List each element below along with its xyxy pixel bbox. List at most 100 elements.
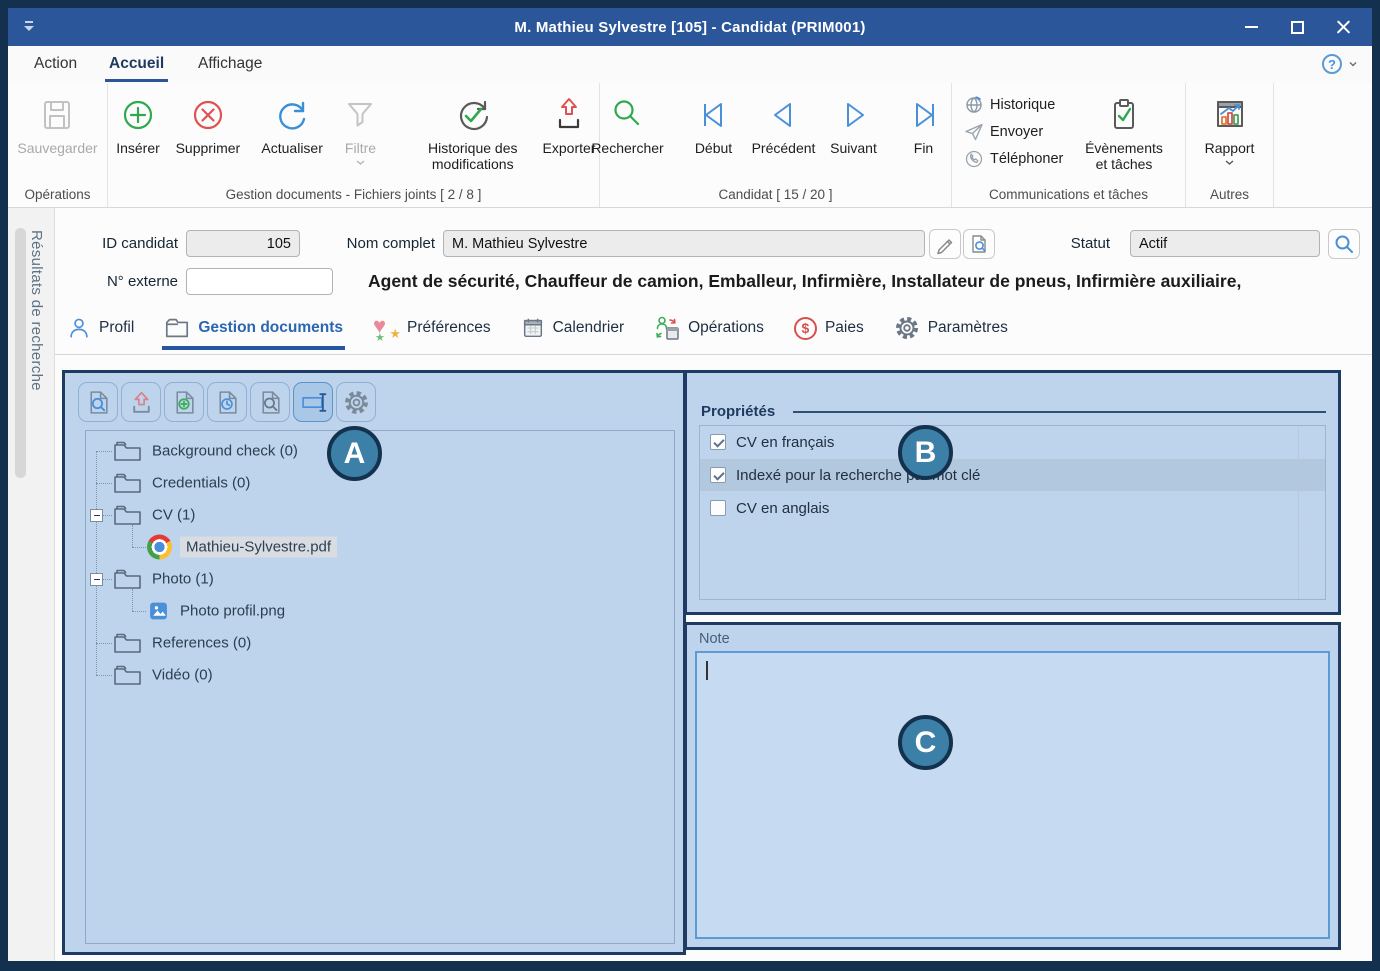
chevron-down-icon[interactable] [1348, 59, 1358, 69]
previous-record-button[interactable]: Précédent [754, 90, 814, 156]
export-button[interactable]: Exporter [539, 90, 599, 156]
upload-document-icon [128, 389, 155, 416]
close-icon [1336, 20, 1351, 35]
tree-item-cv[interactable]: CV (1) [86, 499, 670, 531]
view-cv-button[interactable] [963, 229, 995, 259]
search-results-panel-tab[interactable]: Résultats de recherche [8, 208, 55, 961]
cv-preview-icon [968, 233, 990, 255]
properties-list: CV en français Indexé pour la recherche … [699, 425, 1326, 600]
modification-history-button[interactable]: Historique des modifications [414, 90, 531, 172]
menu-bar: Action Accueil Affichage ? [8, 46, 1372, 83]
chevron-down-icon [1224, 159, 1235, 166]
nom-complet-field[interactable]: M. Mathieu Sylvestre [443, 230, 925, 257]
menu-accueil[interactable]: Accueil [105, 53, 168, 75]
group-caption-communications: Communications et tâches [952, 187, 1185, 202]
minimize-icon [1245, 26, 1258, 28]
report-icon [1210, 90, 1250, 140]
tree-item-credentials[interactable]: Credentials (0) [86, 467, 670, 499]
id-candidat-field[interactable]: 105 [186, 230, 300, 257]
filter-icon [340, 90, 380, 140]
ribbon-group-communications: Historique Envoyer Téléphoner [952, 83, 1186, 207]
menu-action[interactable]: Action [30, 53, 81, 75]
history-button[interactable]: Historique [964, 95, 1078, 115]
statut-label: Statut [1010, 235, 1110, 252]
tab-calendrier[interactable]: Calendrier [519, 310, 627, 350]
last-record-button[interactable]: Fin [894, 90, 954, 156]
events-tasks-button[interactable]: Évènements et tâches [1078, 90, 1170, 172]
edit-name-button[interactable] [929, 229, 961, 259]
events-tasks-icon [1104, 90, 1144, 140]
preview-document-button[interactable] [78, 382, 118, 422]
application-window: M. Mathieu Sylvestre [105] - Candidat (P… [8, 8, 1372, 961]
search-button[interactable]: Rechercher [598, 90, 658, 156]
tree-item-cv-pdf[interactable]: Mathieu-Sylvestre.pdf [86, 531, 670, 563]
next-record-button[interactable]: Suivant [824, 90, 884, 156]
tab-preferences[interactable]: ♥★★ Préférences [371, 310, 493, 350]
properties-panel: B Propriétés CV en français Indexé pour … [684, 370, 1341, 615]
maximize-button[interactable] [1274, 12, 1320, 42]
group-caption-documents: Gestion documents - Fichiers joints [ 2 … [108, 187, 599, 202]
delete-icon [188, 90, 228, 140]
upload-document-button[interactable] [121, 382, 161, 422]
tab-parametres[interactable]: Paramètres [892, 309, 1010, 351]
checkbox-checked-icon[interactable] [710, 467, 726, 483]
menu-affichage[interactable]: Affichage [194, 53, 266, 75]
documents-tree: Background check (0) Credentials (0) [85, 430, 675, 944]
badge-b: B [898, 425, 953, 480]
save-button[interactable]: Sauvegarder [17, 90, 97, 156]
checkbox-unchecked-icon[interactable] [710, 500, 726, 516]
dollar-icon: $ [794, 317, 817, 340]
tree-item-photo[interactable]: Photo (1) [86, 563, 670, 595]
folder-icon [112, 503, 142, 527]
collapse-icon[interactable] [90, 509, 103, 522]
statut-search-button[interactable] [1328, 229, 1360, 259]
checkbox-checked-icon[interactable] [710, 434, 726, 450]
add-document-icon [171, 389, 198, 416]
tab-paies[interactable]: $ Paies [792, 311, 866, 350]
person-arrows-icon [654, 315, 680, 341]
property-row-cv-anglais[interactable]: CV en anglais [700, 492, 1325, 525]
magnifier-icon [1333, 233, 1355, 255]
minimize-button[interactable] [1228, 12, 1274, 42]
folder-icon [112, 663, 142, 687]
property-row-cv-francais[interactable]: CV en français [700, 426, 1325, 459]
rename-document-button[interactable] [293, 382, 333, 422]
numero-externe-field[interactable] [186, 268, 333, 295]
delete-button[interactable]: Supprimer [176, 90, 240, 156]
tab-profil[interactable]: Profil [65, 310, 136, 350]
inspect-document-button[interactable] [250, 382, 290, 422]
tab-gestion-documents[interactable]: Gestion documents [162, 310, 345, 350]
send-button[interactable]: Envoyer [964, 122, 1078, 142]
phone-button[interactable]: Téléphoner [964, 149, 1078, 169]
report-button[interactable]: Rapport [1200, 90, 1260, 166]
previous-icon [764, 90, 804, 140]
ribbon-filler [1274, 83, 1372, 207]
ribbon-group-operations: Sauvegarder Opérations [8, 83, 108, 207]
panel-handle[interactable] [15, 228, 26, 478]
filter-button[interactable]: Filtre [330, 90, 390, 166]
rename-document-icon [300, 389, 327, 416]
properties-title-line [793, 411, 1326, 413]
statut-field[interactable]: Actif [1130, 230, 1320, 257]
tree-item-photo-png[interactable]: Photo profil.png [86, 595, 670, 627]
property-row-indexe[interactable]: Indexé pour la recherche par mot clé [700, 459, 1325, 492]
nom-complet-label: Nom complet [315, 235, 435, 252]
insert-button[interactable]: Insérer [108, 90, 168, 156]
close-button[interactable] [1320, 12, 1366, 42]
help-icon[interactable]: ? [1322, 54, 1342, 74]
first-record-button[interactable]: Début [684, 90, 744, 156]
tab-operations[interactable]: Opérations [652, 309, 766, 351]
chrome-file-icon [147, 535, 172, 560]
history-check-icon [453, 90, 493, 140]
refresh-button[interactable]: Actualiser [262, 90, 323, 156]
properties-title: Propriétés [701, 403, 775, 420]
professions-text: Agent de sécurité, Chauffeur de camion, … [368, 271, 1241, 292]
tree-item-references[interactable]: References (0) [86, 627, 670, 659]
tree-item-video[interactable]: Vidéo (0) [86, 659, 670, 691]
note-textarea[interactable] [695, 651, 1330, 939]
add-document-button[interactable] [164, 382, 204, 422]
collapse-icon[interactable] [90, 573, 103, 586]
window-title: M. Mathieu Sylvestre [105] - Candidat (P… [8, 19, 1372, 36]
document-settings-button[interactable] [336, 382, 376, 422]
document-history-button[interactable] [207, 382, 247, 422]
